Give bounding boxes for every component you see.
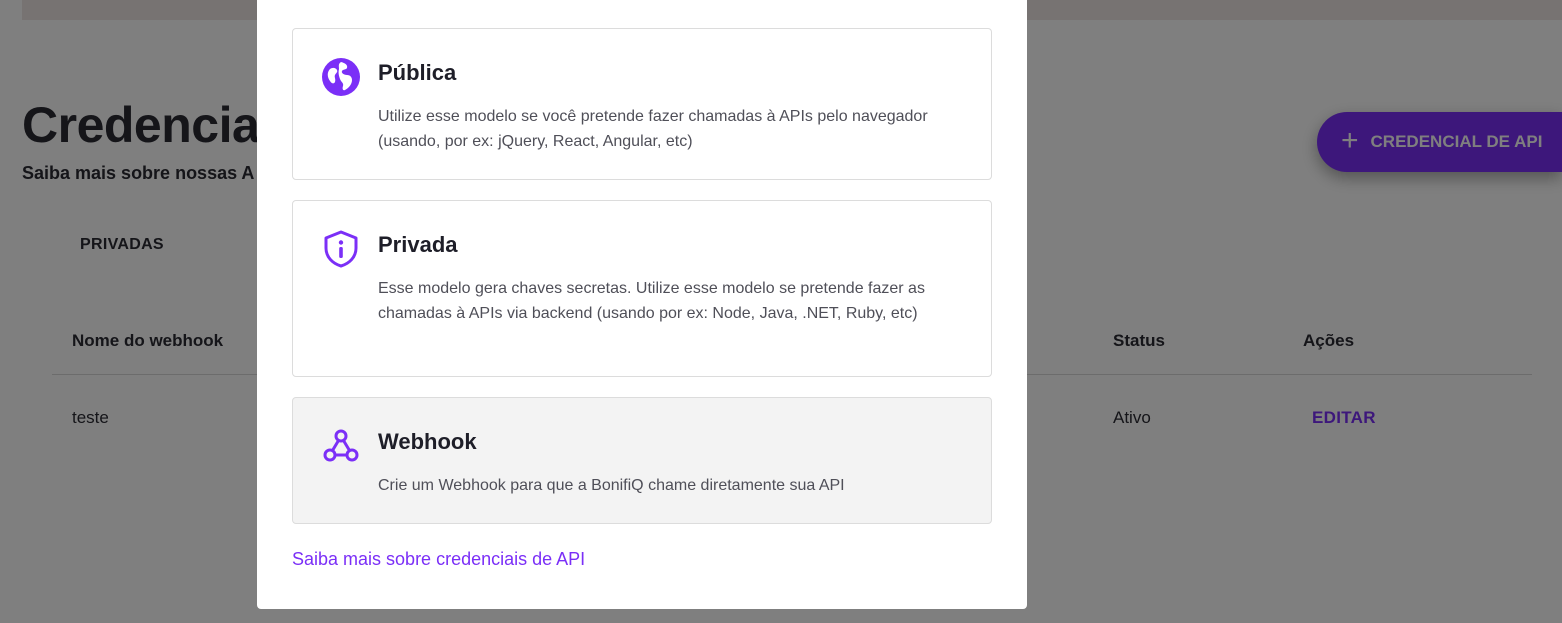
option-webhook[interactable]: Webhook Crie um Webhook para que a Bonif…	[292, 397, 992, 524]
option-webhook-description: Crie um Webhook para que a BonifiQ chame…	[378, 477, 845, 494]
option-publica-title: Pública	[378, 60, 457, 85]
option-webhook-title: Webhook	[378, 429, 477, 454]
webhook-icon	[321, 426, 361, 466]
option-privada-title: Privada	[378, 232, 458, 257]
shield-info-icon	[321, 229, 361, 269]
learn-more-link[interactable]: Saiba mais sobre credenciais de API	[292, 549, 585, 570]
option-publica-description: Utilize esse modelo se você pretende faz…	[378, 108, 928, 150]
option-privada-description: Esse modelo gera chaves secretas. Utiliz…	[378, 280, 925, 322]
credential-type-modal: Pública Utilize esse modelo se você pret…	[257, 0, 1027, 609]
option-privada[interactable]: Privada Esse modelo gera chaves secretas…	[292, 200, 992, 377]
globe-icon	[321, 57, 361, 97]
option-publica[interactable]: Pública Utilize esse modelo se você pret…	[292, 28, 992, 180]
